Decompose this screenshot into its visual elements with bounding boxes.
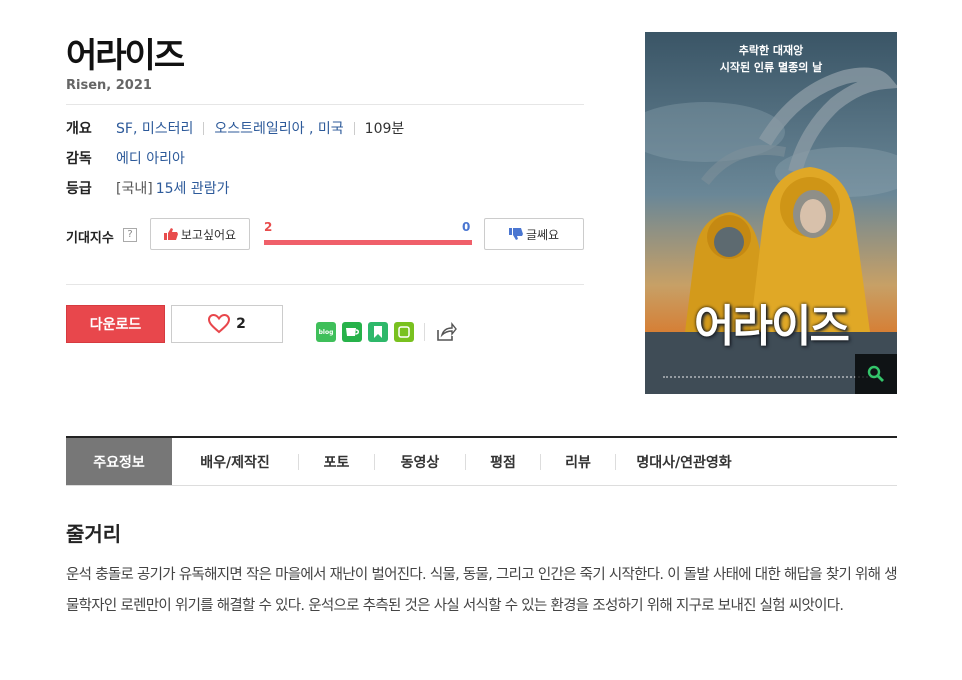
tab-bar: 주요정보 배우/제작진 포토 동영상 평점 리뷰 명대사/연관영화 [66,436,897,486]
divider [66,284,584,285]
tab-photo[interactable]: 포토 [299,438,374,485]
magnifier-icon [867,365,884,382]
not-sure-button[interactable]: 글쎄요 [484,218,584,250]
tab-cast-crew[interactable]: 배우/제작진 [172,438,298,485]
overview-row: 개요 SF, 미스터리 오스트레일리아 , 미국 109분 [66,118,404,138]
thumbs-down-icon [508,228,523,240]
plot-heading: 줄거리 [66,522,122,546]
movie-title: 어라이즈 [66,36,185,76]
share-bar: blog [316,322,457,342]
poster-title: 어라이즈 [694,301,850,352]
help-icon[interactable]: ? [123,228,137,242]
like-button[interactable]: 2 [171,305,283,343]
rating-link[interactable]: 15세 관람가 [156,178,230,198]
band-glyph [398,326,410,338]
bookmark-icon[interactable] [368,322,388,342]
band-icon[interactable] [394,322,414,342]
director-link[interactable]: 에디 아리아 [116,148,185,168]
country-link[interactable]: 오스트레일리아 , 미국 [214,118,343,138]
director-label: 감독 [66,151,92,167]
plot-text: 운석 충돌로 공기가 유독해지면 작은 마을에서 재난이 벌어진다. 식물, 동… [66,567,898,614]
poster-tagline: 추락한 대재앙 시작된 인류 멸종의 날 [645,42,897,76]
like-count-label: 2 [236,316,246,332]
separator [203,121,205,135]
not-sure-label: 글쎄요 [525,227,560,242]
separator [353,121,355,135]
rating-prefix: [국내] [116,181,153,197]
bookmark-glyph [374,326,382,338]
expectation-label: 기대지수 [66,231,114,246]
tab-reviews[interactable]: 리뷰 [541,438,615,485]
movie-subtitle: Risen, 2021 [66,78,152,93]
tab-main-info[interactable]: 주요정보 [66,438,172,485]
rating-row: 등급 [국내] 15세 관람가 [66,178,229,198]
cafe-icon[interactable] [342,322,362,342]
blog-icon-text: blog [318,328,334,336]
movie-poster[interactable]: 추락한 대재앙 시작된 인류 멸종의 날 어라이즈 [645,32,897,394]
tab-ratings[interactable]: 평점 [466,438,540,485]
rating-label: 등급 [66,181,92,197]
want-to-see-label: 보고싶어요 [180,227,237,242]
thumbs-up-icon [163,228,178,240]
dislike-count: 0 [462,220,471,234]
download-button[interactable]: 다운로드 [66,305,165,343]
heart-icon [208,314,231,334]
zoom-button[interactable] [855,354,897,394]
cup-glyph [346,328,359,336]
blog-icon[interactable]: blog [316,322,336,342]
director-row: 감독 에디 아리아 [66,148,185,168]
share-separator [424,323,425,341]
tab-video[interactable]: 동영상 [375,438,465,485]
divider [66,104,584,105]
vote-ratio-fill [264,240,472,245]
genre-link[interactable]: SF, 미스터리 [116,118,193,138]
share-icon[interactable] [435,322,457,342]
expectation-index: 기대지수 ? 보고싶어요 2 0 글쎄요 [66,218,586,254]
poster-credits [663,376,879,382]
vote-ratio-bar [264,240,472,245]
want-to-see-button[interactable]: 보고싶어요 [150,218,250,250]
poster-tagline-2: 시작된 인류 멸종의 날 [719,61,823,74]
overview-label: 개요 [66,121,92,137]
poster-tagline-1: 추락한 대재앙 [738,44,804,57]
like-count: 2 [264,220,273,234]
tab-quotes-related[interactable]: 명대사/연관영화 [616,438,752,485]
runtime: 109분 [364,121,405,137]
